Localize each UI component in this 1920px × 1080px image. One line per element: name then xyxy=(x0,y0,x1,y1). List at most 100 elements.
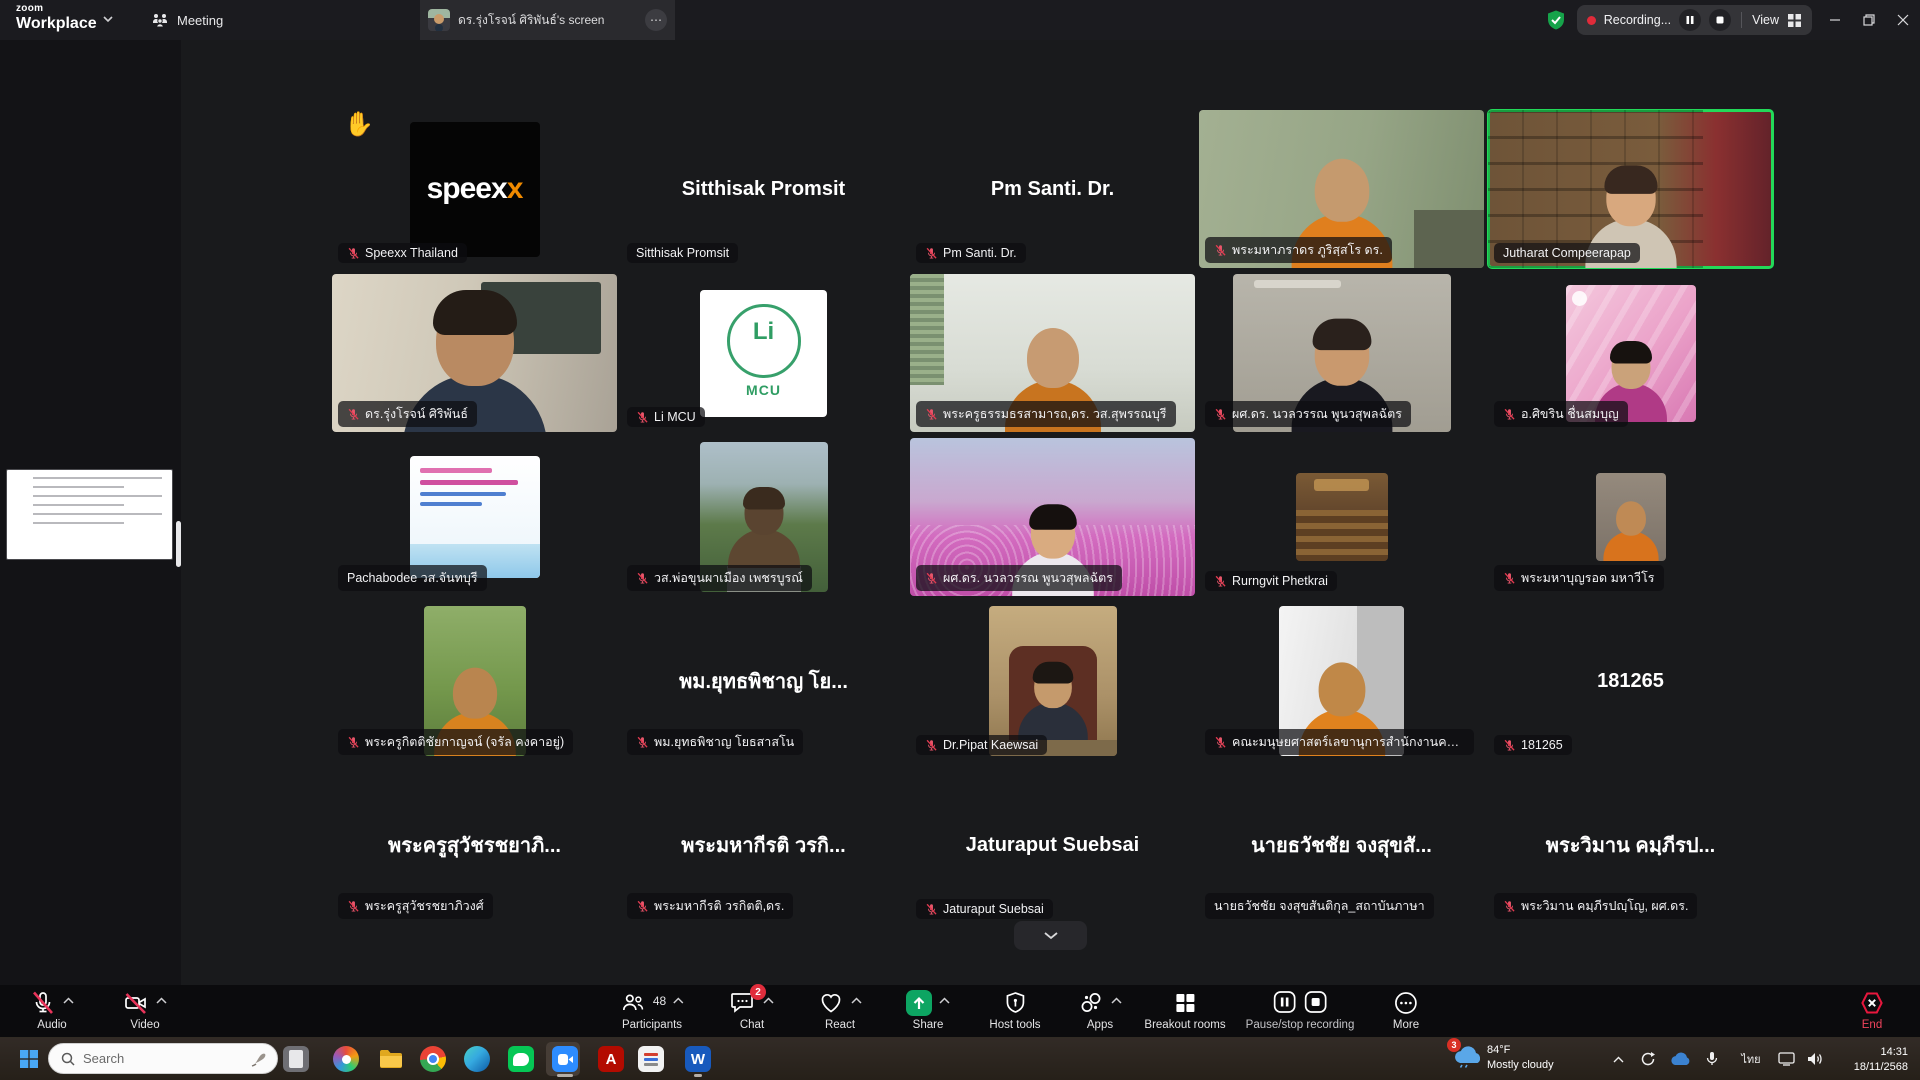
participant-name-label: อ.ศิขริน ชื่นสมบุญ xyxy=(1494,401,1628,427)
participant-tile[interactable]: พม.ยุทธพิชาญ โย...พม.ยุทธพิชาญ โยธสาสโน xyxy=(619,600,908,762)
participant-tile[interactable]: คณะมนุษยศาสตร์เลขานุการสำนักงานคณบดี xyxy=(1197,600,1486,762)
participant-tile[interactable]: Jutharat Compeerapap xyxy=(1486,108,1775,270)
tray-mic-icon[interactable] xyxy=(1698,1045,1726,1073)
view-grid-icon[interactable] xyxy=(1787,13,1802,28)
slide-line3 xyxy=(420,502,482,506)
tray-show-hidden-icons-button[interactable] xyxy=(1604,1045,1632,1073)
language-label: ไทย xyxy=(1741,1050,1760,1068)
slide-line xyxy=(420,480,518,485)
taskbar-app-acrobat[interactable]: A xyxy=(596,1044,626,1074)
workspace-chevron-down-icon[interactable] xyxy=(102,15,114,23)
taskbar-app-line[interactable] xyxy=(506,1044,536,1074)
window-restore-button[interactable] xyxy=(1852,0,1886,40)
participant-tile[interactable]: พระมหาภราดร ภูริสฺสโร ดร. xyxy=(1197,108,1486,270)
stop-recording-button[interactable] xyxy=(1709,9,1731,31)
share-chevron-up-icon[interactable] xyxy=(939,997,950,1004)
taskbar-app-photos[interactable] xyxy=(331,1044,361,1074)
apps-chevron-up-icon[interactable] xyxy=(1111,997,1122,1004)
window-minimize-button[interactable] xyxy=(1818,0,1852,40)
shared-screen-strip xyxy=(0,40,181,985)
taskbar-clock[interactable]: 14:31 18/11/2568 xyxy=(1854,1045,1908,1076)
tray-volume-icon[interactable] xyxy=(1801,1045,1829,1073)
tab-meeting[interactable]: Meeting xyxy=(142,0,233,40)
breakout-rooms-button[interactable]: Breakout rooms xyxy=(1144,990,1225,1031)
start-button[interactable] xyxy=(14,1044,44,1074)
participant-tile[interactable]: พระวิมาน คมฺภีรป...พระวิมาน คมฺภีรปญฺโญ,… xyxy=(1486,764,1775,926)
participant-tile[interactable]: Pm Santi. Dr.Pm Santi. Dr. xyxy=(908,108,1197,270)
end-meeting-button[interactable]: End xyxy=(1859,990,1885,1031)
taskbar-app-zoom[interactable] xyxy=(550,1044,580,1074)
person-figure xyxy=(1009,665,1096,740)
participant-tile[interactable]: 181265181265 xyxy=(1486,600,1775,762)
window-close-button[interactable] xyxy=(1886,0,1920,40)
tray-display-icon[interactable] xyxy=(1772,1045,1800,1073)
pause-recording-button[interactable] xyxy=(1679,9,1701,31)
participant-tile[interactable]: Dr.Pipat Kaewsai xyxy=(908,600,1197,762)
more-button[interactable]: More xyxy=(1393,990,1419,1031)
participant-tile[interactable]: ผศ.ดร. นวลวรรณ พูนวสุพลฉัตร xyxy=(908,436,1197,598)
participants-chevron-up-icon[interactable] xyxy=(673,997,684,1004)
shared-screen-preview[interactable] xyxy=(6,469,173,560)
participant-tile[interactable]: พระมหาบุญรอด มหาวีโร xyxy=(1486,436,1775,598)
participant-video xyxy=(1596,473,1666,561)
search-input[interactable]: Search xyxy=(48,1043,278,1074)
participant-tile[interactable]: LiMCULi MCU xyxy=(619,272,908,434)
video-button[interactable]: Video xyxy=(123,990,167,1031)
participant-tile[interactable]: วส.พ่อขุนผาเมือง เพชรบูรณ์ xyxy=(619,436,908,598)
participant-tile[interactable]: Jaturaput SuebsaiJaturaput Suebsai xyxy=(908,764,1197,926)
participant-tile[interactable]: Rurngvit Phetkrai xyxy=(1197,436,1486,598)
participant-tile[interactable]: นายธวัชชัย จงสุขสั...นายธวัชชัย จงสุขสัน… xyxy=(1197,764,1486,926)
participant-tile[interactable]: พระครูสุวัชรชยาภิ...พระครูสุวัชรชยาภิวงศ… xyxy=(330,764,619,926)
react-label: React xyxy=(818,1019,862,1031)
clock-date: 18/11/2568 xyxy=(1854,1060,1908,1075)
pause-stop-recording-button[interactable]: Pause/stop recording xyxy=(1246,990,1355,1031)
tab-shared-screen[interactable]: ดร.รุ่งโรจน์ ศิริพันธ์'s screen ⋯ xyxy=(420,0,675,40)
taskbar-weather-widget[interactable]: 3 84°F Mostly cloudy xyxy=(1452,1042,1554,1073)
taskbar-app-notes[interactable] xyxy=(281,1044,311,1074)
chat-chevron-up-icon[interactable] xyxy=(763,997,774,1004)
participant-tile[interactable]: พระมหากีรติ วรกิ...พระมหากีรติ วรกิตติ,ด… xyxy=(619,764,908,926)
tray-onedrive-icon[interactable] xyxy=(1666,1045,1694,1073)
taskbar-app-word[interactable]: W xyxy=(683,1044,713,1074)
tray-sync-icon[interactable] xyxy=(1634,1045,1662,1073)
react-button[interactable]: React xyxy=(818,990,862,1031)
host-tools-button[interactable]: Host tools xyxy=(989,990,1040,1031)
mcu-logo-mcu: MCU xyxy=(746,382,781,398)
taskbar-app-chrome[interactable] xyxy=(418,1044,448,1074)
taskbar-app-edge[interactable] xyxy=(462,1044,492,1074)
more-ellipsis-icon xyxy=(1393,990,1419,1016)
participant-name-label: พระครูสุวัชรชยาภิวงศ์ xyxy=(338,893,493,919)
taskbar-app-office[interactable] xyxy=(636,1044,666,1074)
audio-button[interactable]: Audio xyxy=(30,990,74,1031)
share-button[interactable]: Share xyxy=(906,990,950,1031)
gallery-next-page-button[interactable] xyxy=(1014,921,1087,950)
participant-tile[interactable]: อ.ศิขริน ชื่นสมบุญ xyxy=(1486,272,1775,434)
meeting-gallery-area: ✋ speexxSpeexx ThailandSitthisak Promsit… xyxy=(0,40,1920,985)
participant-tile[interactable]: พระครูธรรมธรสามารถ,ดร. วส.สุพรรณบุรี xyxy=(908,272,1197,434)
security-shield-icon[interactable] xyxy=(1545,9,1567,31)
apps-button[interactable]: Apps xyxy=(1078,990,1122,1031)
video-chevron-up-icon[interactable] xyxy=(156,997,167,1004)
tray-language-indicator[interactable]: ไทย xyxy=(1734,1045,1768,1073)
participant-name-label: พระวิมาน คมฺภีรปญฺโญ, ผศ.ดร. xyxy=(1494,893,1697,919)
participant-tile[interactable]: Pachabodee วส.จันทบุรี xyxy=(330,436,619,598)
recording-pill: Recording... View xyxy=(1577,5,1812,35)
tab-options-button[interactable]: ⋯ xyxy=(645,9,667,31)
react-chevron-up-icon[interactable] xyxy=(851,997,862,1004)
participant-name-label: Li MCU xyxy=(627,407,705,427)
participants-button[interactable]: 48 Participants xyxy=(620,990,684,1031)
scrollbar-thumb[interactable] xyxy=(176,521,181,567)
muted-mic-icon xyxy=(347,247,360,260)
participant-name-label: Pm Santi. Dr. xyxy=(916,243,1026,263)
chat-button[interactable]: 2 Chat xyxy=(730,990,774,1031)
participants-label: Participants xyxy=(620,1019,684,1031)
participant-tile[interactable]: พระครูกิตติชัยกาญจน์ (จรัล คงคาอยู่) xyxy=(330,600,619,762)
participant-tile[interactable]: Sitthisak PromsitSitthisak Promsit xyxy=(619,108,908,270)
stop-recording-icon xyxy=(1304,990,1328,1014)
participant-name-label: พระมหากีรติ วรกิตติ,ดร. xyxy=(627,893,793,919)
breakout-rooms-label: Breakout rooms xyxy=(1144,1019,1225,1031)
taskbar-app-file-explorer[interactable] xyxy=(376,1044,406,1074)
audio-chevron-up-icon[interactable] xyxy=(63,997,74,1004)
participant-tile[interactable]: ผศ.ดร. นวลวรรณ พูนวสุพลฉัตร xyxy=(1197,272,1486,434)
participant-tile[interactable]: ดร.รุ่งโรจน์ ศิริพันธ์ xyxy=(330,272,619,434)
